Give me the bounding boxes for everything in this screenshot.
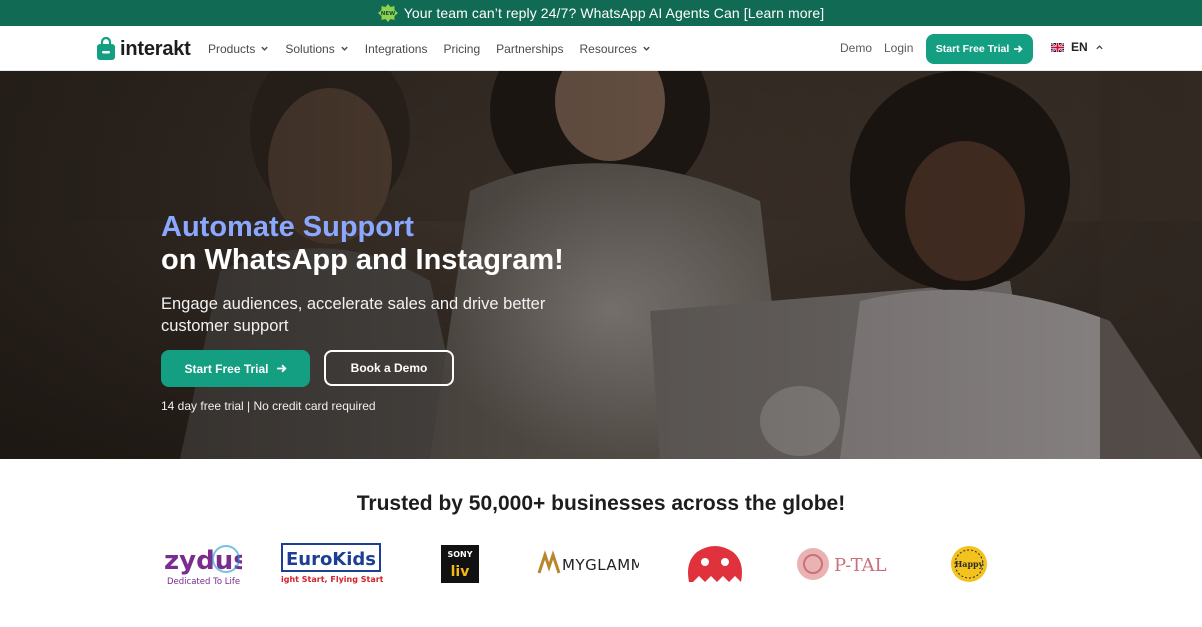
menu-label: Partnerships	[496, 41, 564, 56]
menu-label: Resources	[579, 41, 637, 56]
menu-label: Pricing	[443, 41, 481, 56]
zydus-logo: zydus Dedicated To Life	[162, 538, 242, 590]
arrow-right-icon	[276, 364, 287, 373]
menu-label: Solutions	[285, 41, 335, 56]
sonyliv-logo-text: SONY	[447, 550, 472, 559]
menu-label: Integrations	[364, 41, 428, 56]
hero-start-trial-button[interactable]: Start Free Trial	[161, 350, 310, 387]
login-link[interactable]: Login	[884, 41, 913, 55]
eurokids-logo: EuroKids Right Start, Flying Start!	[281, 538, 383, 590]
hero-primary-label: Start Free Trial	[184, 361, 269, 376]
new-badge-text: NEW	[380, 11, 394, 17]
eurokids-logo-text: EuroKids	[286, 549, 376, 570]
myglamm-logo: MYGLAMM	[537, 538, 639, 590]
menu-item-solutions[interactable]: Solutions	[285, 42, 348, 56]
hero-subtitle: Engage audiences, accelerate sales and d…	[161, 295, 546, 335]
nav-cta-label: Start Free Trial	[935, 43, 1010, 55]
demo-link[interactable]: Demo	[840, 41, 872, 55]
hero-secondary-label: Book a Demo	[350, 361, 428, 375]
chevron-down-icon	[341, 46, 348, 51]
eurokids-logo-tagline: Right Start, Flying Start!	[281, 575, 383, 584]
language-selector[interactable]: EN	[1051, 40, 1104, 54]
hero-section: Automate Support on WhatsApp and Instagr…	[0, 71, 1202, 459]
sonyliv-logo-sub: liv	[451, 564, 470, 580]
zydus-logo-tagline: Dedicated To Life	[167, 577, 240, 587]
myglamm-logo-text: MYGLAMM	[562, 556, 639, 574]
language-code: EN	[1071, 40, 1088, 54]
top-navbar: interakt Products Solutions Integrations…	[0, 26, 1202, 71]
main-menu: Products Solutions Integrations Pricing …	[208, 26, 667, 71]
happy-logo-text: Happy	[955, 559, 984, 569]
ptal-logo-text: P-TAL	[834, 555, 887, 576]
announcement-bar: NEW Your team can’t reply 24/7? WhatsApp…	[0, 0, 1202, 26]
hero-trial-note: 14 day free trial | No credit card requi…	[161, 399, 376, 413]
trusted-heading: Trusted by 50,000+ businesses across the…	[356, 492, 846, 515]
happy-logo: Happy	[950, 538, 988, 590]
brand-logo[interactable]: interakt	[96, 37, 191, 61]
menu-item-resources[interactable]: Resources	[580, 42, 651, 56]
uk-flag-icon	[1051, 42, 1064, 52]
sonyliv-logo: SONY liv	[440, 538, 480, 590]
book-demo-button[interactable]: Book a Demo	[324, 350, 454, 386]
chevron-down-icon	[643, 46, 650, 51]
hero-title: on WhatsApp and Instagram!	[161, 244, 564, 276]
ptal-logo: P-TAL	[796, 538, 892, 590]
menu-label: Products	[208, 41, 256, 56]
menu-item-products[interactable]: Products	[208, 42, 269, 56]
client-logos: zydus Dedicated To Life EuroKids Right S…	[0, 538, 1202, 590]
hero-title-highlight: Automate Support	[161, 211, 414, 243]
chevron-down-icon	[261, 46, 269, 51]
chevron-up-icon	[1096, 44, 1103, 49]
new-badge-icon: NEW	[377, 4, 398, 22]
announcement-link[interactable]: Your team can’t reply 24/7? WhatsApp AI …	[404, 5, 825, 21]
menu-item-partnerships[interactable]: Partnerships	[496, 42, 563, 56]
brand-name: interakt	[120, 37, 191, 60]
shopping-bag-icon	[97, 37, 115, 60]
souled-store-logo	[683, 538, 747, 590]
arrow-right-icon	[1014, 45, 1023, 53]
menu-item-integrations[interactable]: Integrations	[365, 42, 428, 56]
menu-item-pricing[interactable]: Pricing	[443, 42, 480, 56]
nav-start-trial-button[interactable]: Start Free Trial	[926, 34, 1033, 64]
